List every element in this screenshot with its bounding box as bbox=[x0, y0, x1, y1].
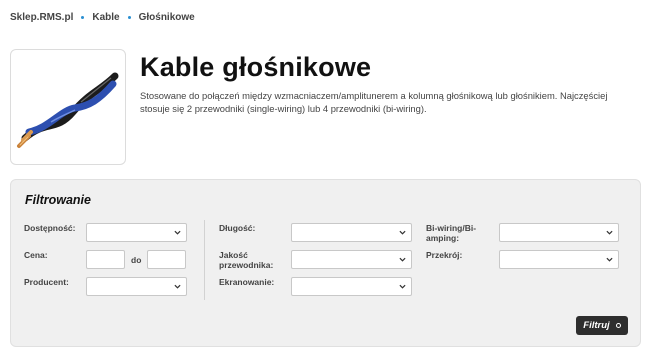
shielding-select[interactable] bbox=[291, 277, 412, 296]
availability-label: Dostępność: bbox=[24, 223, 76, 233]
price-to-input[interactable] bbox=[147, 250, 186, 269]
length-label: Długość: bbox=[219, 223, 256, 233]
category-image bbox=[10, 49, 126, 165]
category-description: Stosowane do połączeń między wzmacniacze… bbox=[140, 90, 608, 114]
shielding-label: Ekranowanie: bbox=[219, 277, 275, 287]
producer-select[interactable] bbox=[86, 277, 187, 296]
conductor-quality-label: Jakość przewodnika: bbox=[219, 250, 274, 270]
breadcrumb-kable-link[interactable]: Kable bbox=[92, 12, 119, 23]
price-to-label: do bbox=[131, 255, 142, 265]
chevron-down-icon bbox=[399, 230, 406, 235]
length-select[interactable] bbox=[291, 223, 412, 242]
chevron-down-icon bbox=[399, 284, 406, 289]
breadcrumb-separator-icon bbox=[127, 16, 131, 19]
price-label: Cena: bbox=[24, 250, 48, 260]
circle-icon bbox=[615, 323, 621, 328]
speaker-cable-illustration bbox=[17, 72, 119, 148]
filter-button-label: Filtruj bbox=[583, 320, 610, 331]
biwiring-select[interactable] bbox=[499, 223, 619, 242]
breadcrumb-home-link[interactable]: Sklep.RMS.pl bbox=[10, 12, 73, 23]
biwiring-label: Bi-wiring/Bi-amping: bbox=[426, 223, 477, 243]
filter-panel: Filtrowanie Dostępność: Cena: do Produce… bbox=[10, 179, 641, 347]
chevron-down-icon bbox=[174, 284, 181, 289]
column-divider bbox=[204, 220, 205, 300]
breadcrumb-separator-icon bbox=[81, 16, 85, 19]
cross-section-label: Przekrój: bbox=[426, 250, 463, 260]
availability-select[interactable] bbox=[86, 223, 187, 242]
producer-label: Producent: bbox=[24, 277, 69, 287]
chevron-down-icon bbox=[606, 230, 613, 235]
breadcrumb-current: Głośnikowe bbox=[138, 12, 195, 23]
chevron-down-icon bbox=[399, 257, 406, 262]
breadcrumb: Sklep.RMS.pl Kable Głośnikowe bbox=[10, 12, 195, 23]
cross-section-select[interactable] bbox=[499, 250, 619, 269]
price-from-input[interactable] bbox=[86, 250, 125, 269]
page-title: Kable głośnikowe bbox=[140, 52, 372, 82]
chevron-down-icon bbox=[606, 257, 613, 262]
filter-button[interactable]: Filtruj bbox=[576, 316, 628, 335]
chevron-down-icon bbox=[174, 230, 181, 235]
conductor-quality-select[interactable] bbox=[291, 250, 412, 269]
filter-title: Filtrowanie bbox=[25, 193, 91, 207]
